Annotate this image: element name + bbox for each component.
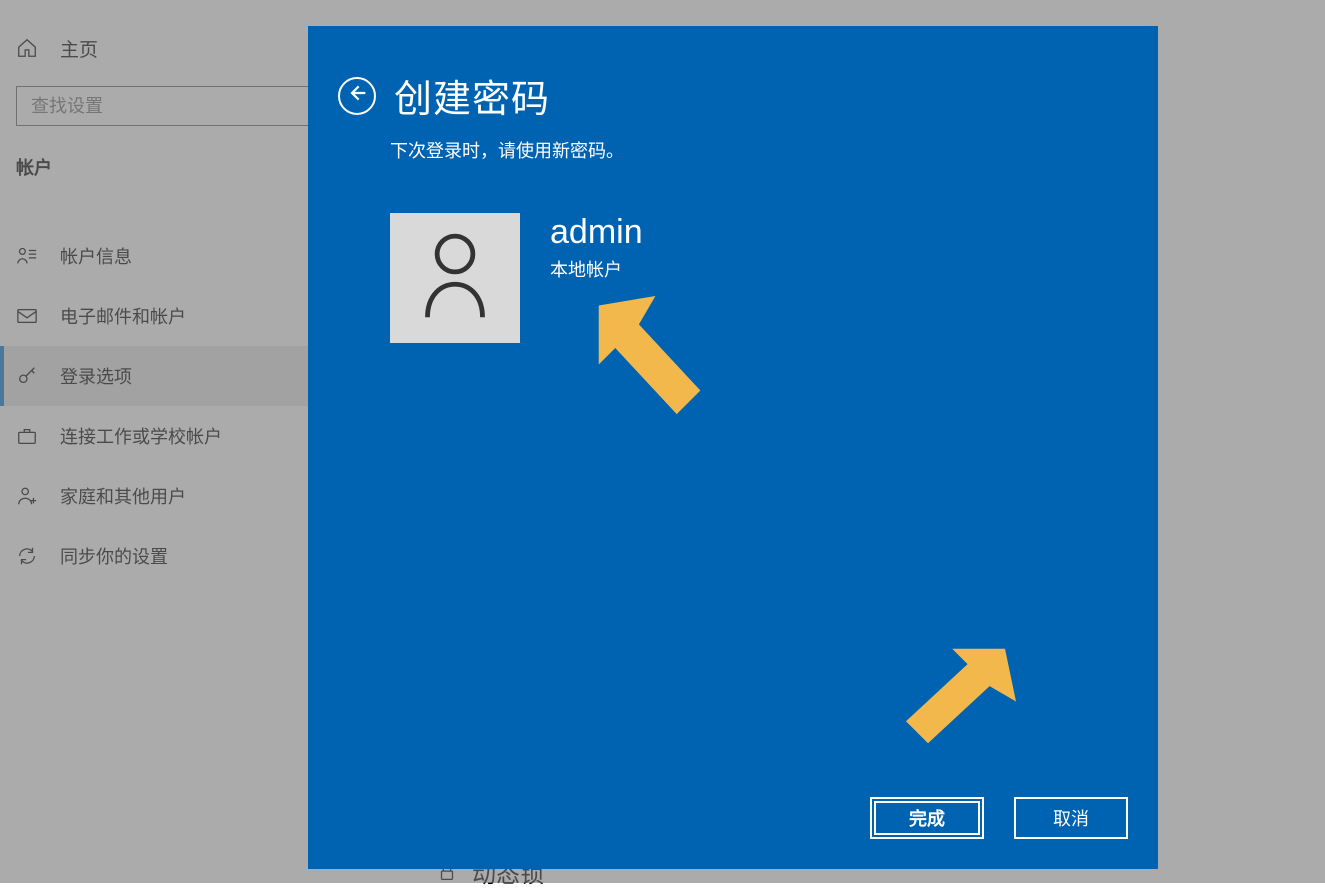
- avatar: [390, 213, 520, 343]
- user-text: admin 本地帐户: [550, 213, 643, 343]
- annotation-arrow-down-left: [906, 642, 1016, 772]
- finish-button[interactable]: 完成: [870, 797, 984, 839]
- account-type: 本地帐户: [550, 256, 643, 282]
- dialog-title: 创建密码: [394, 68, 550, 123]
- dialog-subtitle: 下次登录时，请使用新密码。: [308, 123, 1158, 163]
- user-block: admin 本地帐户: [308, 163, 1158, 343]
- cancel-button[interactable]: 取消: [1014, 797, 1128, 839]
- create-password-dialog: 创建密码 下次登录时，请使用新密码。 admin 本地帐户 完成 取消: [308, 26, 1158, 869]
- arrow-left-icon: [347, 83, 367, 108]
- person-icon: [422, 230, 488, 327]
- dialog-header: 创建密码: [308, 26, 1158, 123]
- dialog-buttons: 完成 取消: [870, 797, 1128, 839]
- back-button[interactable]: [338, 77, 376, 115]
- user-name: admin: [550, 213, 643, 252]
